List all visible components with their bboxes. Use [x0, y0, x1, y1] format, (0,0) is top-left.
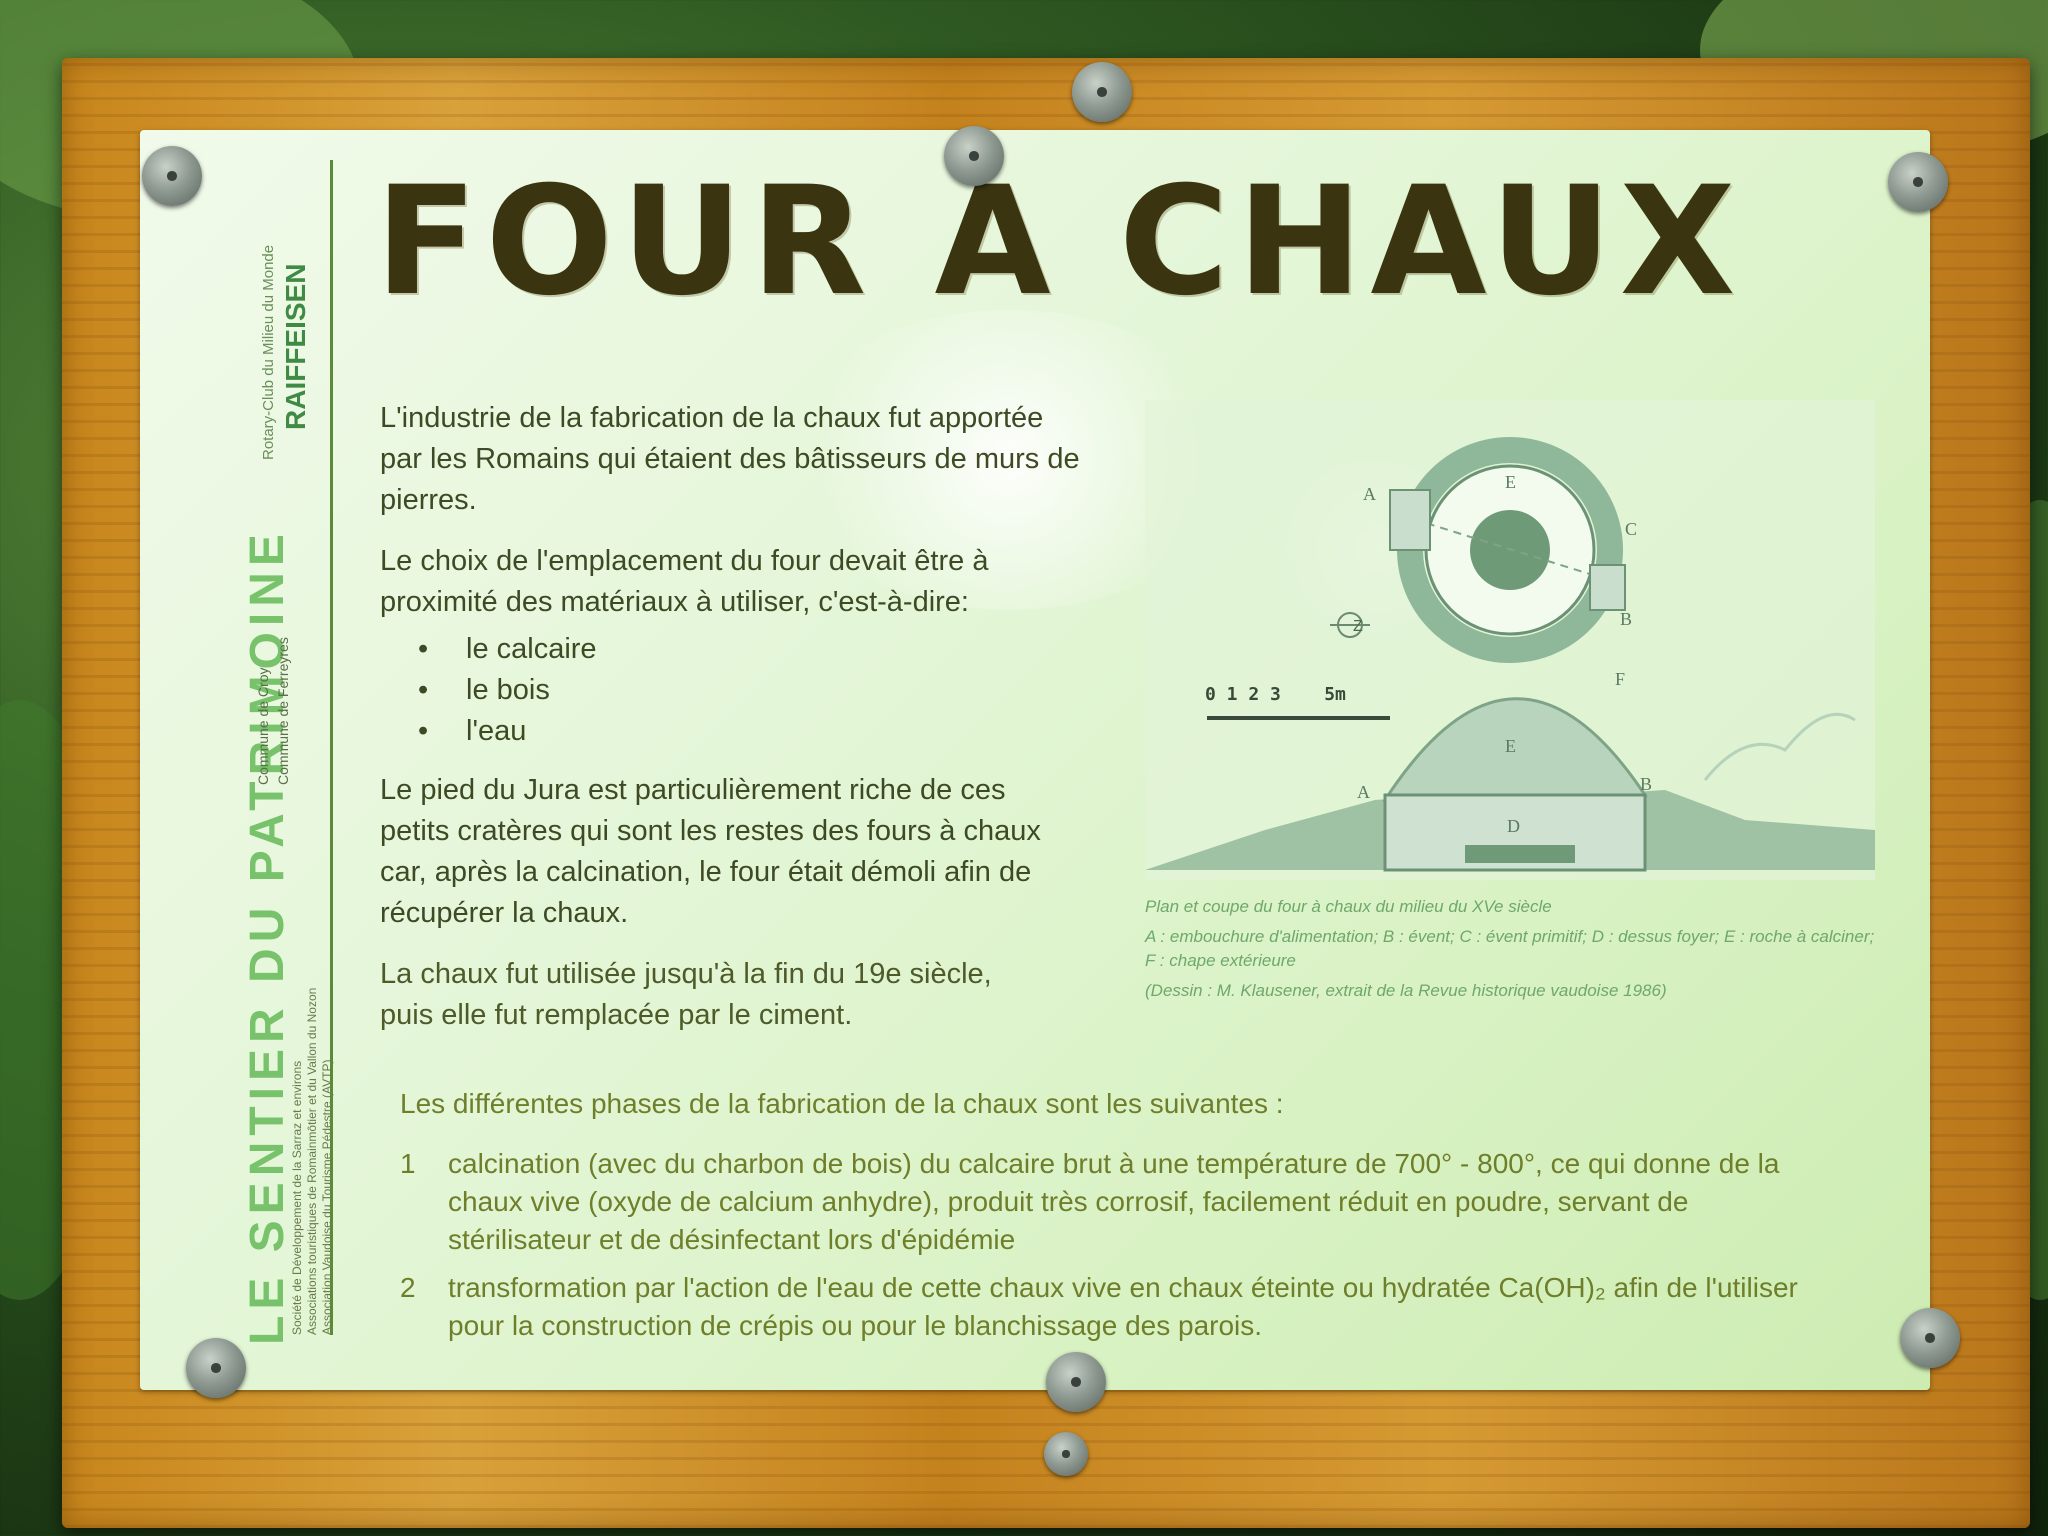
diagram-caption: Plan et coupe du four à chaux du milieu …: [1145, 895, 1875, 1009]
label-e-section: E: [1505, 736, 1516, 756]
screw: [1900, 1308, 1960, 1368]
intro-paragraph: L'industrie de la fabrication de la chau…: [380, 402, 1080, 516]
screw: [1046, 1352, 1106, 1412]
sidebar-divider: [330, 160, 333, 1335]
phase-number: 2: [400, 1272, 416, 1303]
screw: [1888, 152, 1948, 212]
sponsor-rotary: Rotary-Club du Milieu du Monde: [260, 244, 277, 460]
list-item: 1 calcination (avec du charbon de bois) …: [400, 1145, 1800, 1259]
partner-text: Associations touristiques de Romainmôtie…: [305, 987, 319, 1335]
screw: [944, 126, 1004, 186]
screw: [186, 1338, 246, 1398]
label-d: D: [1507, 816, 1520, 836]
sign-panel: LE SENTIER DU PATRIMOINE Rotary-Club du …: [140, 130, 1930, 1390]
screw: [1072, 62, 1132, 122]
phases-intro: Les différentes phases de la fabrication…: [400, 1088, 1284, 1119]
kiln-diagram: E A C B Z 0 1 2 3 5m F E D A B: [1145, 400, 1875, 880]
jura-paragraph: Le pied du Jura est particulièrement ric…: [380, 774, 1041, 929]
north-label: Z: [1353, 618, 1363, 635]
commune-ferreyres: Commune de Ferreyres: [275, 637, 291, 785]
phase-text: calcination (avec du charbon de bois) du…: [448, 1148, 1780, 1255]
label-b-section: B: [1640, 774, 1652, 794]
label-e: E: [1505, 472, 1516, 492]
partner-text: Société de Développement de la Sarraz et…: [290, 1060, 304, 1335]
list-item: 2 transformation par l'action de l'eau d…: [400, 1269, 1800, 1345]
screw: [1044, 1432, 1088, 1476]
phases-section: Les différentes phases de la fabrication…: [400, 1085, 1800, 1355]
scale-label: 0 1 2 3 5m: [1205, 684, 1346, 705]
cement-paragraph: La chaux fut utilisée jusqu'à la fin du …: [380, 958, 992, 1031]
label-a: A: [1363, 484, 1376, 504]
screw: [142, 146, 202, 206]
caption-line: A : embouchure d'alimentation; B : évent…: [1145, 927, 1875, 970]
label-a-section: A: [1357, 782, 1370, 802]
commune-croy: Commune de Croy: [255, 667, 271, 786]
list-item: l'eau: [418, 711, 1080, 752]
materials-list: le calcaire le bois l'eau: [380, 629, 1080, 752]
body-text: L'industrie de la fabrication de la chau…: [380, 398, 1080, 1056]
phases-list: 1 calcination (avec du charbon de bois) …: [400, 1145, 1800, 1345]
choice-paragraph: Le choix de l'emplacement du four devait…: [380, 545, 989, 618]
list-item: le calcaire: [418, 629, 1080, 670]
caption-line: (Dessin : M. Klausener, extrait de la Re…: [1145, 981, 1667, 1000]
sign-title: FOUR A CHAUX: [375, 155, 1744, 329]
phase-number: 1: [400, 1148, 416, 1179]
label-f: F: [1615, 669, 1625, 689]
sponsor-raiffeisen: RAIFFEISEN: [280, 263, 311, 430]
label-b: B: [1620, 609, 1632, 629]
phase-text: transformation par l'action de l'eau de …: [448, 1272, 1798, 1341]
label-c: C: [1625, 519, 1637, 539]
caption-line: Plan et coupe du four à chaux du milieu …: [1145, 897, 1552, 916]
list-item: le bois: [418, 670, 1080, 711]
